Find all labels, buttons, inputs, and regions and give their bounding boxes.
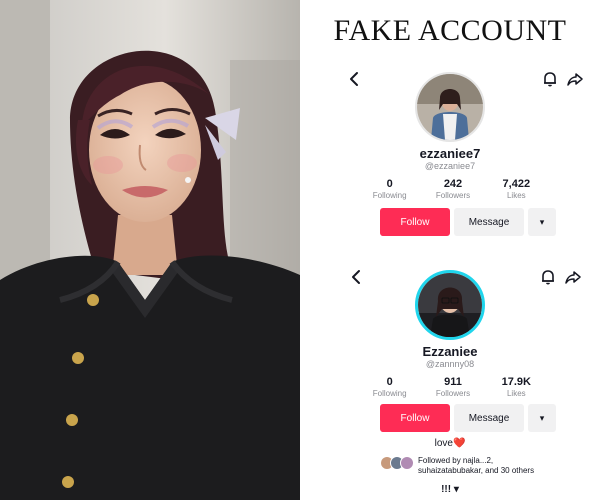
more-options-button[interactable]: ▾ xyxy=(528,404,556,432)
portrait-photo xyxy=(0,0,300,500)
stat-likes: 7,422 Likes xyxy=(485,178,548,200)
stat-followers[interactable]: 911 Followers xyxy=(421,376,484,398)
followers-count: 242 xyxy=(443,178,463,190)
profile-stats: 0 Following 911 Followers 17.9K Likes xyxy=(358,376,548,398)
follower-avatars xyxy=(380,456,414,470)
avatar[interactable] xyxy=(415,72,485,142)
more-options-button[interactable]: ▾ xyxy=(528,208,556,236)
share-icon[interactable] xyxy=(566,70,584,88)
username: Ezzaniee xyxy=(422,344,478,359)
comparison-panel: FAKE ACCOUNT ezzaniee7 @ezzaniee7 0 Foll… xyxy=(300,0,600,500)
avatar[interactable] xyxy=(415,270,485,340)
followers-label: Followers xyxy=(435,191,471,200)
bell-icon[interactable] xyxy=(539,268,557,286)
user-handle: @ezzaniee7 xyxy=(424,161,476,171)
stat-followers[interactable]: 242 Followers xyxy=(421,178,484,200)
followed-by[interactable]: Followed by najla...2, suhaizatabubakar,… xyxy=(380,456,580,476)
following-label: Following xyxy=(372,191,407,200)
user-handle: @zannny08 xyxy=(425,359,475,369)
follow-button[interactable]: Follow xyxy=(380,404,450,432)
bell-icon[interactable] xyxy=(541,70,559,88)
followed-by-line1: Followed by najla...2, xyxy=(418,456,494,465)
stat-following[interactable]: 0 Following xyxy=(358,178,421,200)
followed-by-text: Followed by najla...2, suhaizatabubakar,… xyxy=(418,456,534,476)
follower-avatar xyxy=(400,456,414,470)
back-arrow-icon[interactable] xyxy=(346,70,364,88)
following-count: 0 xyxy=(386,178,393,190)
message-button[interactable]: Message xyxy=(454,208,524,236)
real-profile-card: Ezzaniee @zannny08 0 Following 911 Follo… xyxy=(300,258,600,498)
share-icon[interactable] xyxy=(564,268,582,286)
followers-label: Followers xyxy=(435,389,471,398)
username: ezzaniee7 xyxy=(419,146,481,161)
page-title: FAKE ACCOUNT xyxy=(333,14,567,47)
action-buttons: Follow Message ▾ xyxy=(380,208,556,236)
stat-likes: 17.9K Likes xyxy=(485,376,548,398)
likes-label: Likes xyxy=(506,389,526,398)
profile-bio: love❤️ xyxy=(434,438,466,449)
action-buttons: Follow Message ▾ xyxy=(380,404,556,432)
message-button[interactable]: Message xyxy=(454,404,524,432)
followers-count: 911 xyxy=(444,376,462,388)
bio-expand[interactable]: !!! ▾ xyxy=(300,484,600,495)
likes-label: Likes xyxy=(506,191,526,200)
followed-by-line2: suhaizatabubakar, and 30 others xyxy=(418,466,535,475)
back-arrow-icon[interactable] xyxy=(348,268,366,286)
profile-stats: 0 Following 242 Followers 7,422 Likes xyxy=(358,178,548,200)
stat-following[interactable]: 0 Following xyxy=(358,376,421,398)
likes-count: 17.9K xyxy=(501,376,531,388)
likes-count: 7,422 xyxy=(502,178,531,190)
follow-button[interactable]: Follow xyxy=(380,208,450,236)
following-count: 0 xyxy=(386,376,393,388)
following-label: Following xyxy=(372,389,407,398)
